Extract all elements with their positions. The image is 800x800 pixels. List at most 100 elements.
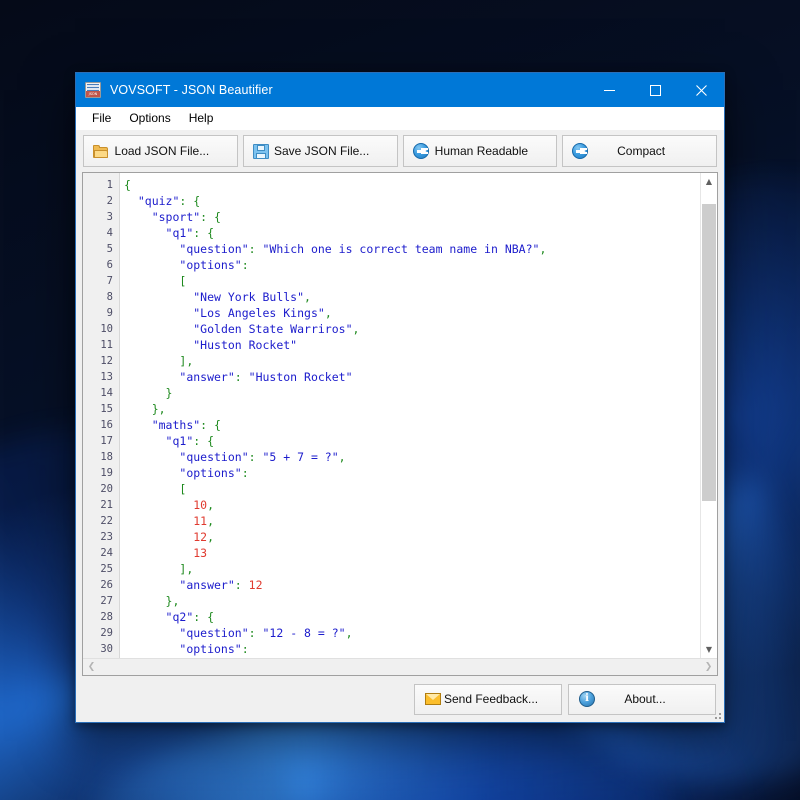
line-number: 5 [83,241,119,257]
load-json-file-button[interactable]: Load JSON File... [83,135,238,167]
code-token-plain [124,338,193,352]
chevron-right-icon[interactable]: ❯ [700,659,717,676]
json-editor: 1234567891011121314151617181920212223242… [82,172,718,676]
line-number: 3 [83,209,119,225]
code-token-key: "options" [179,466,241,480]
code-line: 11, [124,513,700,529]
line-number: 29 [83,625,119,641]
code-token-punc: { [124,178,131,192]
maximize-icon[interactable] [632,73,678,107]
code-line: "question": "5 + 7 = ?", [124,449,700,465]
window-title: VOVSOFT - JSON Beautifier [110,83,586,97]
menu-item-file[interactable]: File [83,109,120,128]
vertical-scrollbar-track[interactable] [701,190,717,641]
code-line: "options": [124,257,700,273]
code-token-plain [124,258,179,272]
code-token-punc: : [193,610,207,624]
chevron-up-icon[interactable]: ▲ [701,173,717,190]
line-number: 6 [83,257,119,273]
compact-label: Compact [588,144,716,158]
menu-item-help[interactable]: Help [180,109,223,128]
code-token-plain [124,450,179,464]
code-token-punc: : [242,466,249,480]
code-token-plain [124,290,193,304]
code-token-plain [124,642,179,656]
horizontal-scrollbar[interactable]: ❮ ❯ [83,658,717,675]
about-button[interactable]: About... [568,684,716,715]
line-number: 23 [83,529,119,545]
code-token-plain [124,386,166,400]
code-token-plain [124,610,166,624]
code-token-plain [124,274,179,288]
code-token-punc: [ [179,274,186,288]
horizontal-scrollbar-track[interactable] [100,659,700,676]
code-token-punc: , [346,626,353,640]
vertical-scrollbar-thumb[interactable] [702,204,716,502]
code-token-plain [124,482,179,496]
minimize-icon[interactable] [586,73,632,107]
code-token-plain [124,418,152,432]
folder-open-icon [93,143,109,159]
send-feedback-button[interactable]: Send Feedback... [414,684,562,715]
resize-grip-icon[interactable] [710,708,722,720]
close-icon[interactable] [678,73,724,107]
code-token-punc: , [304,290,311,304]
vertical-scrollbar[interactable]: ▲ ▼ [700,173,717,658]
code-token-key: "options" [179,642,241,656]
application-window: JSON VOVSOFT - JSON Beautifier File Opti… [75,72,725,723]
line-number: 18 [83,449,119,465]
code-token-punc: { [193,194,200,208]
code-token-plain [124,498,193,512]
code-line: "options": [124,465,700,481]
about-label: About... [595,692,715,706]
json-code-text[interactable]: { "quiz": { "sport": { "q1": { "question… [120,173,700,658]
save-json-file-button[interactable]: Save JSON File... [243,135,398,167]
menu-bar: File Options Help [76,107,724,130]
line-number-gutter: 1234567891011121314151617181920212223242… [83,173,120,658]
code-token-plain [124,226,166,240]
code-line: 13 [124,545,700,561]
chevron-down-icon[interactable]: ▼ [701,641,717,658]
code-token-punc: { [214,418,221,432]
code-token-punc: : [242,258,249,272]
code-token-key: "question" [179,626,248,640]
code-token-punc: , [339,450,346,464]
json-document-icon: JSON [85,82,101,98]
line-number: 13 [83,369,119,385]
code-token-str: "Huston Rocket" [249,370,353,384]
code-line: [ [124,481,700,497]
code-token-plain [124,354,179,368]
code-line: "sport": { [124,209,700,225]
code-token-str: "Los Angeles Kings" [193,306,325,320]
code-token-punc: : [193,226,207,240]
code-token-key: "answer" [179,370,234,384]
code-line: "maths": { [124,417,700,433]
code-token-key: "q2" [166,610,194,624]
code-token-plain [124,530,193,544]
line-number: 19 [83,465,119,481]
code-token-str: "Huston Rocket" [193,338,297,352]
code-token-str: "Golden State Warriros" [193,322,352,336]
compact-button[interactable]: Compact [562,135,717,167]
code-token-num: 12 [193,530,207,544]
code-line: "quiz": { [124,193,700,209]
title-bar[interactable]: JSON VOVSOFT - JSON Beautifier [76,73,724,107]
code-token-punc: : [200,210,214,224]
human-readable-button[interactable]: Human Readable [403,135,558,167]
menu-item-options[interactable]: Options [120,109,179,128]
code-token-num: 13 [193,546,207,560]
code-token-plain [124,514,193,528]
code-token-punc: { [207,434,214,448]
line-number: 26 [83,577,119,593]
code-token-punc: , [325,306,332,320]
line-number: 25 [83,561,119,577]
code-line: 12, [124,529,700,545]
code-token-punc: ], [179,562,193,576]
chevron-left-icon[interactable]: ❮ [83,659,100,676]
editor-content-row: 1234567891011121314151617181920212223242… [83,173,717,658]
code-line: 10, [124,497,700,513]
code-token-plain [124,210,152,224]
code-token-plain [124,594,166,608]
line-number: 15 [83,401,119,417]
code-token-punc: }, [152,402,166,416]
